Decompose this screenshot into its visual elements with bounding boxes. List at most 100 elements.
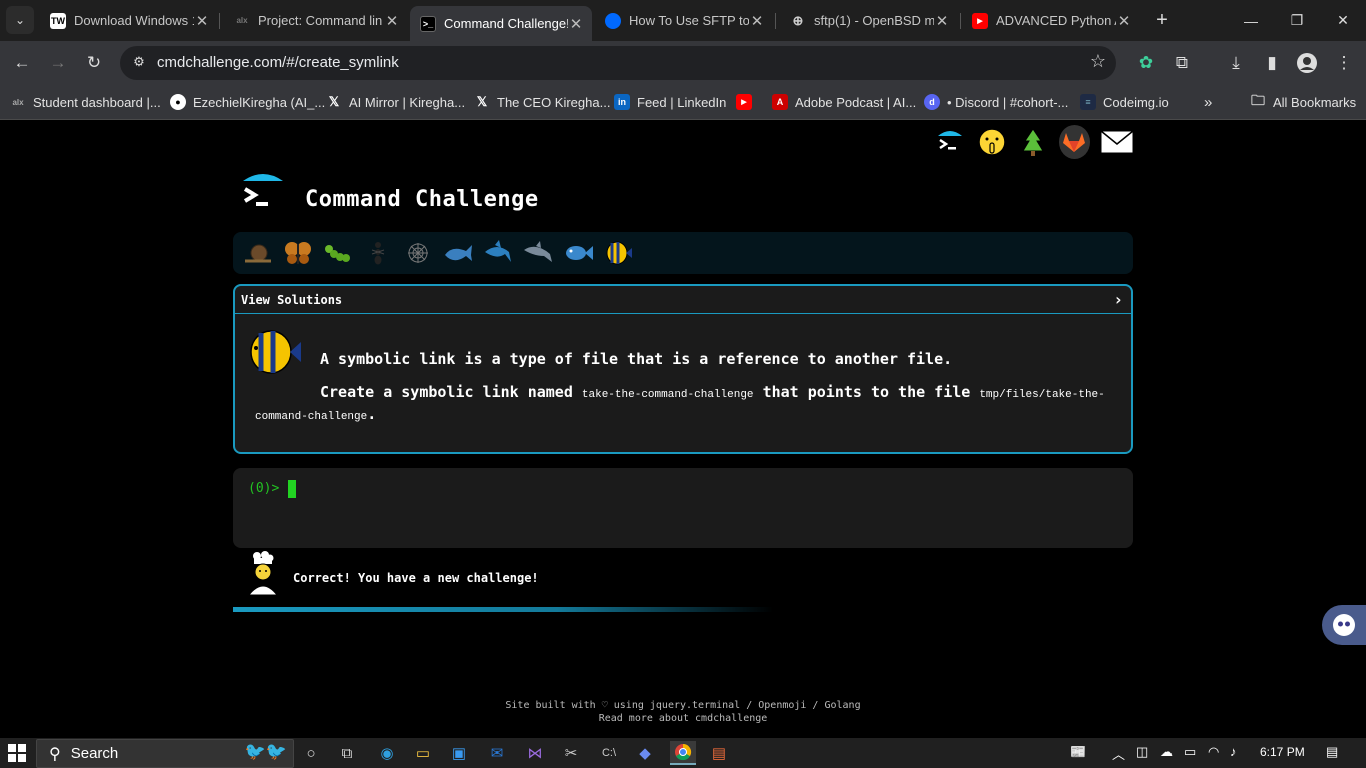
page-content: Command Challenge View Solutions › A sym… [0, 121, 1366, 738]
battery-icon[interactable]: ▭ [1184, 744, 1196, 760]
window-close-icon[interactable]: ✕ [1320, 0, 1366, 41]
restore-icon[interactable]: ❐ [1274, 0, 1320, 41]
edge-icon[interactable]: ◉ [374, 741, 400, 765]
close-icon[interactable]: ✕ [194, 12, 210, 30]
site-info-icon[interactable]: ⚙ [130, 54, 148, 72]
terminal-icon: >_ [420, 15, 436, 32]
adobe-icon: A [772, 94, 788, 110]
terminal-prompt: (0)> [248, 481, 280, 496]
task-view-icon[interactable]: ⧉ [334, 741, 360, 765]
caterpillar-icon[interactable] [321, 237, 354, 270]
terminal-input-area[interactable]: (0)> [233, 468, 1133, 548]
back-icon[interactable]: ← [8, 49, 36, 77]
chrome-icon[interactable] [670, 741, 696, 765]
url-text[interactable]: cmdchallenge.com/#/create_symlink [157, 54, 399, 71]
shushing-face-icon[interactable] [976, 125, 1007, 159]
extensions-puzzle-icon[interactable]: ⧉ [1168, 49, 1196, 77]
clock[interactable]: 6:17 PM [1260, 745, 1305, 759]
wifi-icon[interactable]: ◠ [1208, 744, 1219, 760]
tropical-fish-icon[interactable] [601, 237, 634, 270]
file-explorer-icon[interactable]: ▭ [410, 741, 436, 765]
forward-icon[interactable]: → [44, 49, 72, 77]
mail-app-icon[interactable]: ✉ [484, 741, 510, 765]
store-icon[interactable]: ▣ [446, 741, 472, 765]
close-icon[interactable]: ✕ [568, 15, 584, 33]
bookmark-adobe-podcast[interactable]: A Adobe Podcast | AI... [772, 93, 916, 111]
status-message-row: Correct! You have a new challenge! [233, 549, 833, 599]
tray-chevron-icon[interactable]: ︿ [1112, 744, 1125, 763]
tab-project-command-line[interactable]: alx Project: Command lin ✕ [224, 6, 408, 35]
close-icon[interactable]: ✕ [384, 12, 400, 30]
tab-advanced-python[interactable]: ▶ ADVANCED Python A ✕ [962, 6, 1140, 35]
snail-icon[interactable] [241, 237, 274, 270]
dolphin-icon[interactable] [521, 237, 554, 270]
tab-command-challenge[interactable]: >_ Command Challenge! ✕ [410, 6, 592, 41]
bookmark-codeimg[interactable]: ≡ Codeimg.io [1080, 93, 1169, 111]
chef-icon [243, 551, 281, 597]
terminal-logo-icon[interactable] [934, 125, 966, 159]
gitlab-icon[interactable] [1058, 125, 1090, 159]
close-icon[interactable]: ✕ [749, 12, 765, 30]
reload-icon[interactable]: ↻ [80, 49, 108, 77]
extension-chatgpt-icon[interactable]: ✿ [1132, 49, 1160, 77]
all-bookmarks[interactable]: 🗀 All Bookmarks [1250, 92, 1356, 111]
news-widget-icon[interactable]: 📰 [1070, 744, 1086, 760]
view-solutions-label: View Solutions [241, 293, 343, 307]
meet-icon[interactable]: ◫ [1136, 744, 1148, 760]
more-bookmarks-chevron-icon[interactable]: » [1204, 93, 1212, 111]
ant-icon[interactable] [361, 237, 394, 270]
bookmark-ceo-kiregha[interactable]: 𝕏 The CEO Kiregha... [474, 93, 611, 111]
shark-icon[interactable] [481, 237, 514, 270]
terminal-cursor[interactable] [288, 480, 296, 498]
chevron-right-icon[interactable]: › [1113, 290, 1123, 309]
tool-app-icon[interactable]: ✂ [558, 741, 584, 765]
cloud-icon[interactable]: ☁ [1160, 744, 1173, 760]
address-bar[interactable]: ⚙ cmdchallenge.com/#/create_symlink ☆ [120, 46, 1116, 80]
tab-sftp-openbsd[interactable]: ⊕ sftp(1) - OpenBSD ma ✕ [780, 6, 958, 35]
tab-download-windows[interactable]: TW Download Windows 1 ✕ [40, 6, 218, 35]
cortana-icon[interactable]: ○ [298, 741, 324, 765]
bot-icon [1333, 614, 1355, 636]
globe-icon: ⊕ [792, 12, 804, 28]
visual-studio-icon[interactable]: ⋈ [522, 741, 548, 765]
bookmark-student-dashboard[interactable]: alx Student dashboard |... [10, 93, 160, 111]
app-icon[interactable]: ◆ [632, 741, 658, 765]
command-prompt-icon[interactable]: C:\ [596, 741, 622, 765]
volume-icon[interactable]: ♪ [1230, 744, 1237, 759]
close-icon[interactable]: ✕ [934, 12, 950, 30]
browser-toolbar: ← → ↻ ⚙ cmdchallenge.com/#/create_symlin… [0, 41, 1366, 85]
tab-sftp-howto[interactable]: How To Use SFTP to S ✕ [595, 6, 773, 35]
side-panel-icon[interactable]: ▮ [1258, 49, 1286, 77]
menu-kebab-icon[interactable]: ⋮ [1330, 49, 1358, 77]
bookmark-github[interactable]: ● EzechielKiregha (AI_... [170, 93, 325, 111]
bookmark-star-icon[interactable]: ☆ [1090, 51, 1106, 72]
taskbar-search-box[interactable]: ⚲ Search 🐦🐦 [36, 739, 294, 768]
tree-icon[interactable] [1017, 125, 1048, 159]
read-more-link[interactable]: Read more about cmdchallenge [0, 712, 1366, 725]
bookmark-ai-mirror[interactable]: 𝕏 AI Mirror | Kiregha... [326, 93, 465, 111]
close-icon[interactable]: ✕ [1116, 12, 1132, 30]
symlink-name-code: take-the-command-challenge [581, 389, 754, 401]
digitalocean-icon [605, 12, 621, 29]
footer: Site built with ♡ using jquery.terminal … [0, 699, 1366, 725]
notifications-icon[interactable]: ▤ [1326, 744, 1338, 760]
windows-start-icon[interactable] [8, 744, 26, 762]
x-icon: 𝕏 [476, 94, 488, 109]
mail-icon[interactable] [1100, 125, 1134, 159]
profile-avatar[interactable] [1293, 49, 1321, 77]
bookmark-discord[interactable]: d • Discord | #cohort-... [924, 93, 1068, 111]
assistant-bot-button[interactable] [1322, 605, 1366, 645]
view-solutions-toggle[interactable]: View Solutions › [235, 286, 1131, 314]
new-tab-button[interactable]: + [1150, 8, 1174, 32]
site-title: Command Challenge [305, 187, 539, 212]
whale-icon[interactable] [441, 237, 474, 270]
bookmark-linkedin[interactable]: in Feed | LinkedIn [614, 93, 726, 111]
butterfly-icon[interactable] [281, 237, 314, 270]
tab-search-button[interactable]: ⌄ [6, 6, 34, 34]
fish-icon[interactable] [561, 237, 594, 270]
download-icon[interactable]: ⤓ [1222, 49, 1250, 77]
minimize-icon[interactable]: — [1228, 0, 1274, 41]
bookmark-youtube[interactable]: ▶ [736, 93, 759, 111]
spider-web-icon[interactable] [401, 237, 434, 270]
pdf-app-icon[interactable]: ▤ [706, 741, 732, 765]
